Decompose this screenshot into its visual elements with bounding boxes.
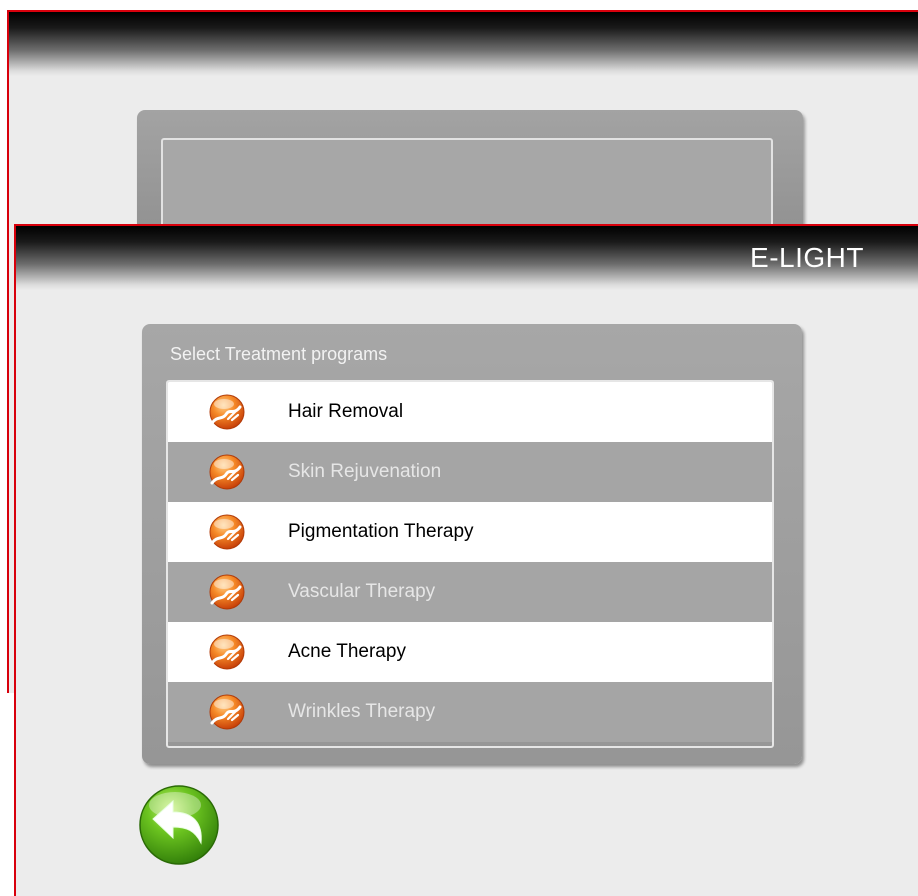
treatment-item-wrinkles-therapy[interactable]: Wrinkles Therapy: [168, 682, 772, 742]
treatment-item-skin-rejuvenation[interactable]: Skin Rejuvenation: [168, 442, 772, 502]
treatment-item-acne-therapy[interactable]: Acne Therapy: [168, 622, 772, 682]
treatment-icon: [209, 514, 245, 550]
treatment-icon: [209, 454, 245, 490]
treatment-item-hair-removal[interactable]: Hair Removal: [168, 382, 772, 442]
window-title: E-LIGHT: [750, 242, 864, 273]
main-window: E-LIGHT Select Treatment programs Hair R…: [14, 224, 918, 896]
treatment-item-pigmentation-therapy[interactable]: Pigmentation Therapy: [168, 502, 772, 562]
treatment-icon: [209, 574, 245, 610]
treatment-item-label: Hair Removal: [288, 401, 404, 422]
app-stage: E-LIGHT Select Treatment programs Hair R…: [0, 0, 918, 896]
treatment-item-label: Acne Therapy: [288, 641, 406, 662]
treatment-icon: [209, 394, 245, 430]
header-bar: E-LIGHT: [16, 226, 918, 290]
back-button[interactable]: [137, 783, 221, 867]
back-arrow-icon: [139, 785, 219, 865]
background-header-bar: [9, 12, 918, 76]
treatment-icon: [209, 694, 245, 730]
treatment-item-label: Wrinkles Therapy: [288, 701, 436, 722]
treatment-list: Hair Removal Skin Rejuvenation Pigmentat…: [166, 380, 774, 748]
panel-title: Select Treatment programs: [170, 344, 388, 364]
treatment-item-label: Skin Rejuvenation: [288, 461, 442, 482]
treatment-item-vascular-therapy[interactable]: Vascular Therapy: [168, 562, 772, 622]
treatment-panel: Select Treatment programs Hair Removal S…: [142, 324, 802, 764]
treatment-icon: [209, 634, 245, 670]
treatment-item-label: Pigmentation Therapy: [288, 521, 474, 542]
treatment-item-label: Vascular Therapy: [288, 581, 436, 602]
